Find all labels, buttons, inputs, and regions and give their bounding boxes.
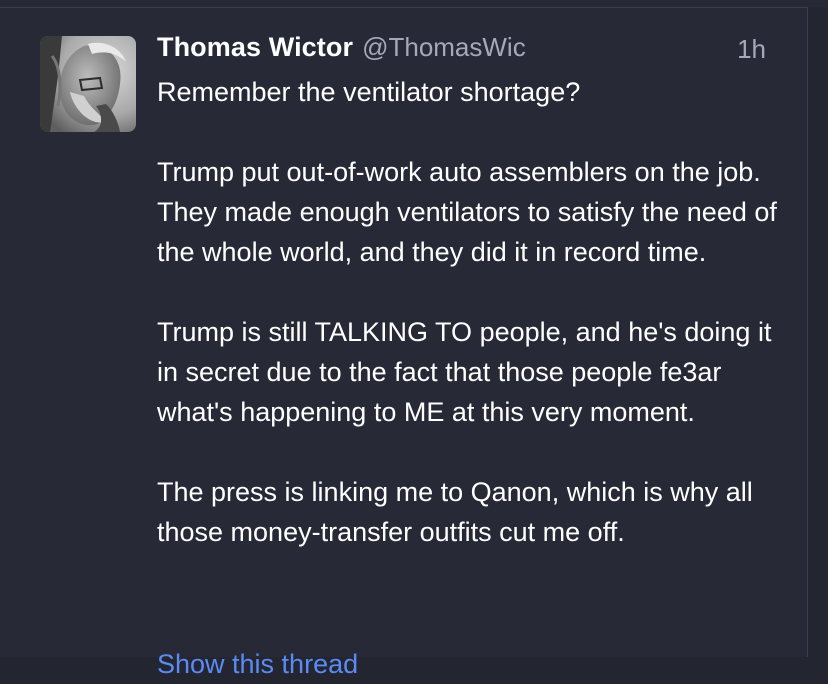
avatar[interactable] <box>40 36 136 132</box>
tweet-paragraph: Trump put out-of-work auto assemblers on… <box>157 157 777 267</box>
tweet-card[interactable]: Thomas Wictor @ThomasWic 1h Remember the… <box>0 8 807 679</box>
display-name[interactable]: Thomas Wictor <box>157 32 353 63</box>
author-avatar-image <box>40 36 136 132</box>
tweet-paragraph: The press is linking me to Qanon, which … <box>157 477 753 547</box>
right-divider <box>807 7 808 657</box>
top-strip <box>0 0 828 7</box>
tweet-text: Remember the ventilator shortage? Trump … <box>157 72 787 592</box>
timestamp[interactable]: 1h <box>737 34 766 65</box>
user-handle[interactable]: @ThomasWic <box>362 32 526 63</box>
tweet-header: Thomas Wictor @ThomasWic <box>157 32 526 68</box>
show-thread-link[interactable]: Show this thread <box>157 644 358 684</box>
tweet-paragraph: Trump is still TALKING TO people, and he… <box>157 317 772 427</box>
tweet-paragraph: Remember the ventilator shortage? <box>157 77 581 107</box>
